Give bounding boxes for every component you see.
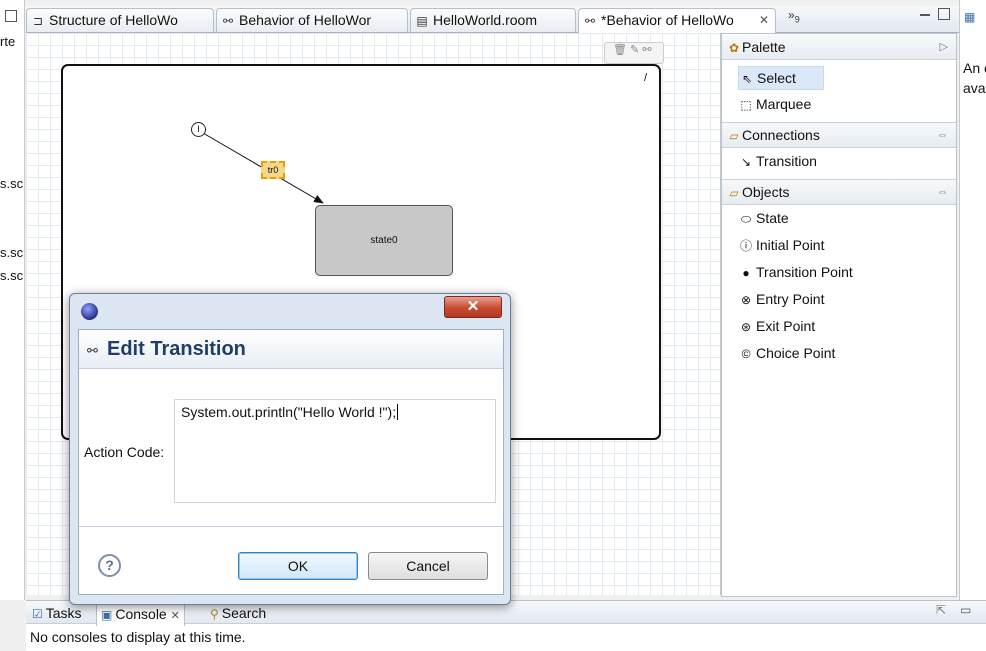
help-icon[interactable]: ?: [98, 554, 121, 577]
dialog-title: Edit Transition: [107, 338, 246, 360]
palette-tool-select[interactable]: ⇖ Select: [738, 66, 824, 90]
palette-header[interactable]: ✿ Palette ▷: [722, 35, 956, 60]
tasks-icon: ☑: [32, 607, 43, 621]
transition-label[interactable]: tr0: [261, 161, 285, 179]
action-code-value: System.out.println("Hello World !");: [181, 404, 397, 420]
action-code-field[interactable]: System.out.println("Hello World !");: [174, 399, 496, 503]
dialog-body: ⚯ Edit Transition Action Code: System.ou…: [78, 329, 504, 595]
palette-item-exit-point[interactable]: ⊛ Exit Point: [738, 315, 815, 337]
display-console-icon[interactable]: ▭: [960, 603, 971, 617]
dialog-header: ⚯ Edit Transition: [79, 330, 503, 369]
palette-item-choice-point[interactable]: © Choice Point: [738, 342, 836, 364]
folder-icon: ▱: [729, 186, 739, 200]
palette-item-initial-point[interactable]: ⓘ Initial Point: [738, 234, 825, 256]
palette-item-transition[interactable]: ↘ Transition: [738, 150, 817, 172]
dialog-titlebar[interactable]: ✕: [70, 294, 510, 324]
cancel-button[interactable]: Cancel: [368, 552, 488, 580]
tab-tasks[interactable]: ☑ Tasks: [32, 603, 82, 624]
dialog-close-button[interactable]: ✕: [444, 296, 502, 318]
palette-tool-marquee[interactable]: ⬚ Marquee: [738, 93, 811, 115]
transition-icon: ↘: [740, 155, 752, 169]
palette-item-entry-point[interactable]: ⊗ Entry Point: [738, 288, 825, 310]
open-console-icon[interactable]: ⇱: [936, 603, 946, 617]
entry-point-icon: ⊗: [740, 293, 752, 307]
marquee-icon: ⬚: [740, 98, 752, 112]
edit-transition-dialog: ✕ ⚯ Edit Transition Action Code: System.…: [69, 293, 511, 605]
state-label: state0: [370, 235, 398, 246]
palette-icon: ✿: [728, 41, 740, 55]
choice-point-icon: ©: [741, 347, 751, 361]
palette-item-state[interactable]: ⬭ State: [738, 207, 789, 229]
state-node[interactable]: state0: [315, 205, 453, 276]
palette-item-transition-point[interactable]: ● Transition Point: [738, 261, 852, 283]
collapse-palette-icon[interactable]: ▷: [940, 35, 948, 59]
transition-point-icon: ●: [742, 266, 750, 280]
initial-point[interactable]: I: [191, 122, 206, 137]
search-icon: ⚲: [210, 607, 219, 621]
outline-icon[interactable]: ▦: [964, 10, 975, 24]
console-icon: ▣: [101, 608, 113, 622]
arrow-cursor-icon: ⇖: [741, 72, 753, 86]
collapse-icon[interactable]: ⇔: [937, 180, 948, 204]
collapse-icon[interactable]: ⇔: [937, 123, 948, 147]
transition-icon: ⚯: [87, 343, 98, 358]
initial-point-icon: ⓘ: [739, 239, 752, 253]
state-icon: ⬭: [740, 212, 752, 226]
palette-section-objects[interactable]: ▱ Objects ⇔: [722, 179, 956, 205]
console-panel: ☑ Tasks ▣ Console ✕ ⚲ Search ⇱ ▭ No console…: [26, 600, 986, 651]
tab-console[interactable]: ▣ Console ✕: [96, 603, 185, 626]
tab-search[interactable]: ⚲ Search: [210, 603, 266, 624]
text-caret: [397, 404, 399, 420]
close-icon[interactable]: ✕: [171, 610, 180, 622]
folder-icon: ▱: [729, 129, 739, 143]
ok-button[interactable]: OK: [238, 552, 358, 580]
exit-point-icon: ⊛: [740, 320, 752, 334]
outline-text: An c: [963, 60, 986, 76]
outline-panel: ▦ An c ava: [959, 0, 986, 600]
eclipse-logo-icon: [81, 303, 98, 320]
action-code-label: Action Code:: [84, 444, 165, 460]
console-message: No consoles to display at this time.: [30, 629, 246, 645]
dialog-separator: [79, 526, 503, 527]
outline-text: ava: [963, 80, 986, 96]
palette-panel: ✿ Palette ▷ ⇖ Select ⬚ Marquee ▱ Connections…: [721, 33, 957, 597]
palette-section-connections[interactable]: ▱ Connections ⇔: [722, 122, 956, 148]
